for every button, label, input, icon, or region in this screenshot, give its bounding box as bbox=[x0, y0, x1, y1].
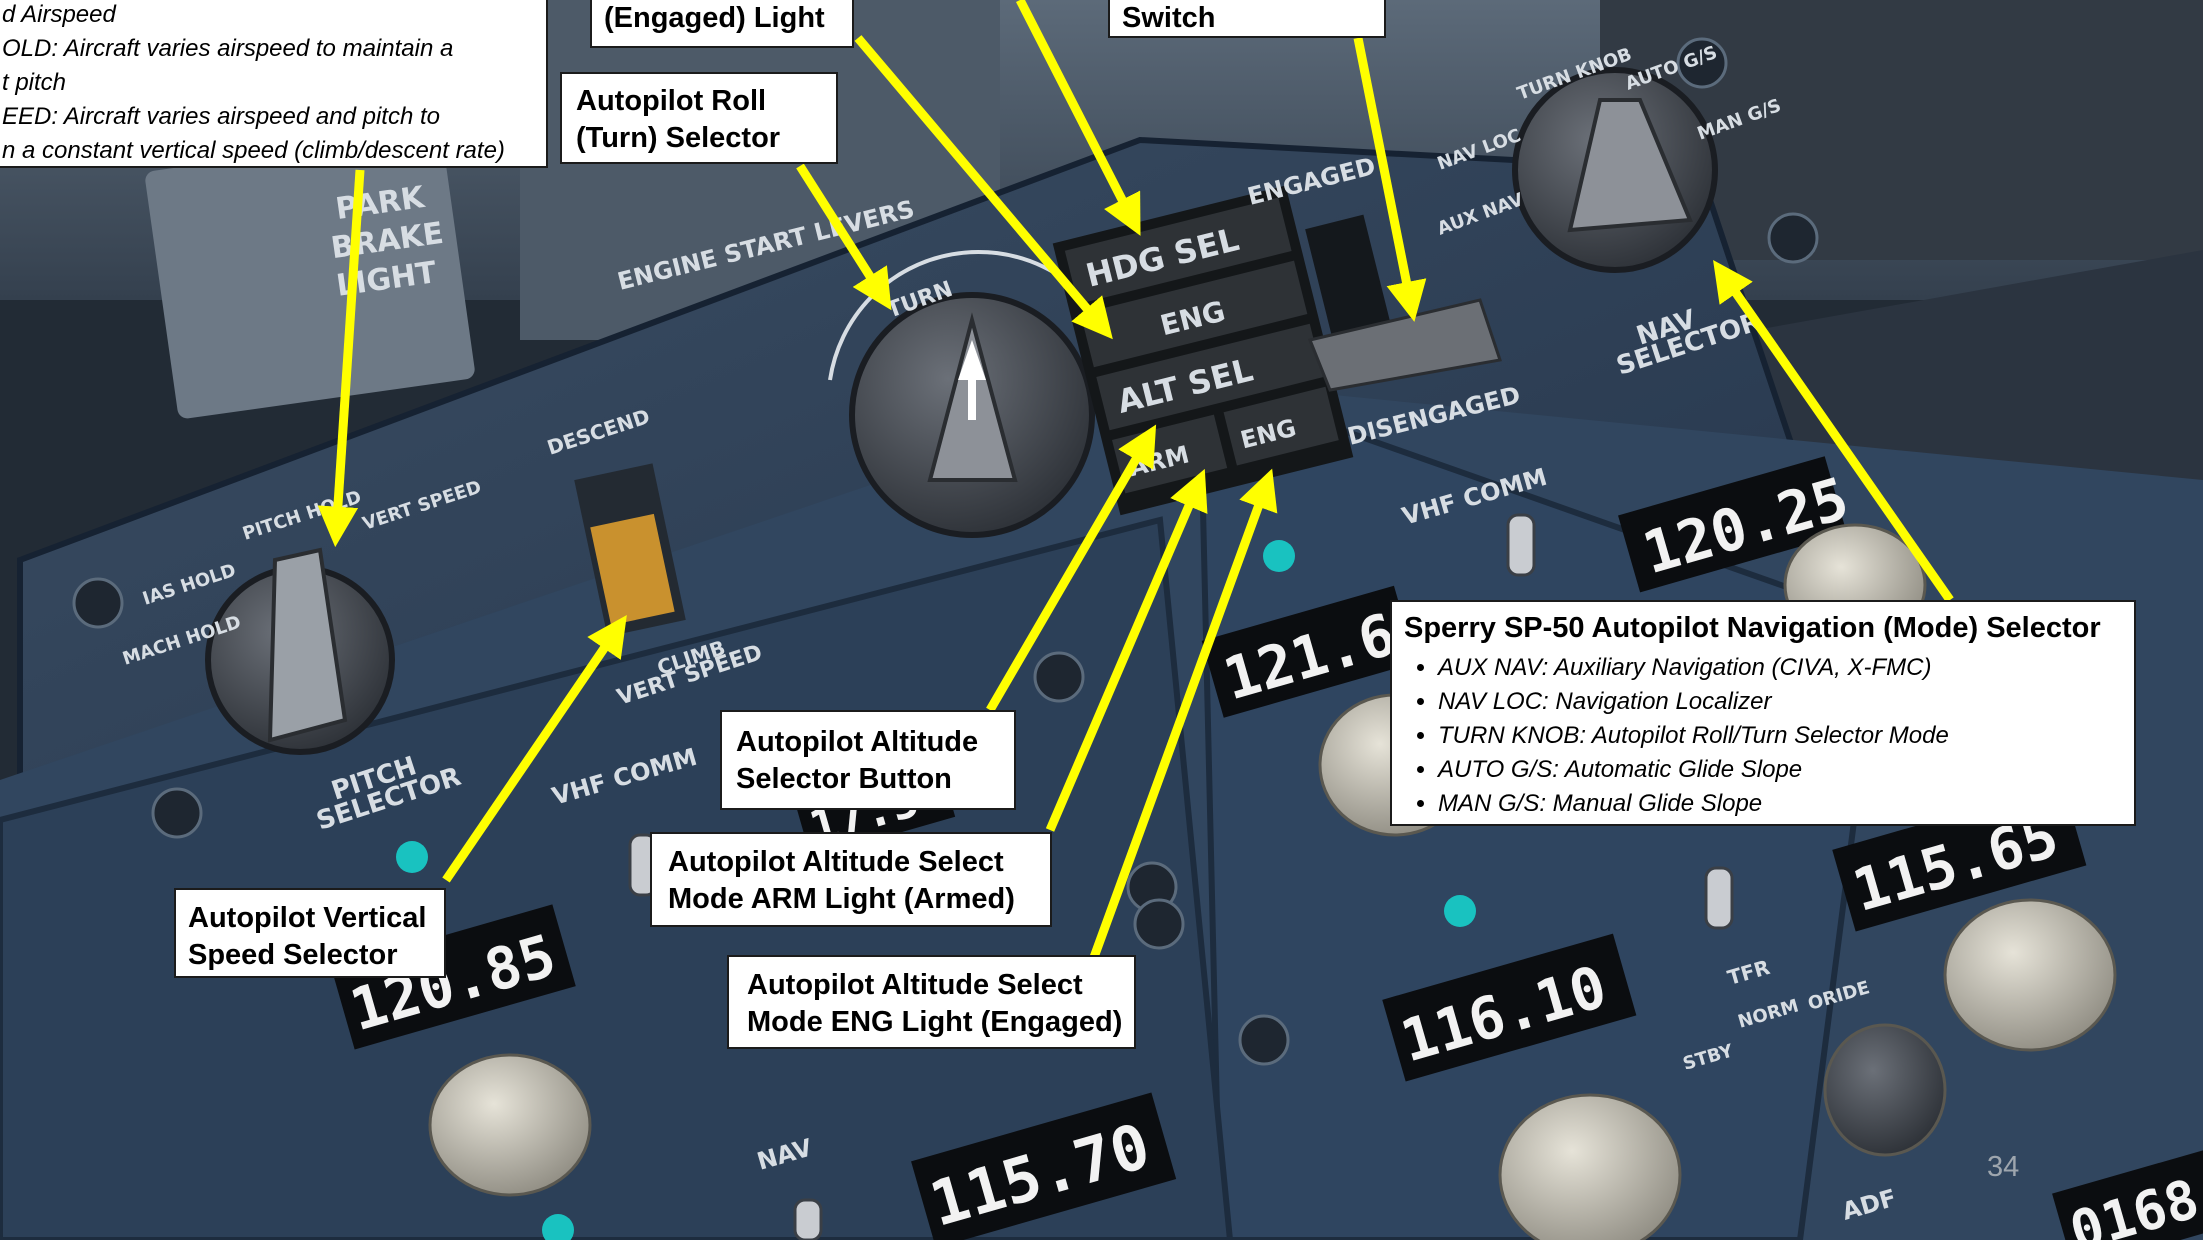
page-number: 34 bbox=[1987, 1151, 2020, 1183]
callout-alt-arm-light-text: Autopilot Altitude Select Mode ARM Light… bbox=[668, 846, 1015, 915]
callout-nav-selector-title: Sperry SP-50 Autopilot Navigation (Mode)… bbox=[1404, 612, 2101, 644]
nav-mode-item: NAV LOC: Navigation Localizer bbox=[1438, 685, 2134, 719]
callout-alt-eng-light: Autopilot Altitude Select Mode ENG Light… bbox=[727, 955, 1136, 1049]
pitch-mode-notes: d Airspeed OLD: Aircraft varies airspeed… bbox=[0, 0, 548, 168]
callout-roll-selector: Autopilot Roll (Turn) Selector bbox=[560, 72, 838, 164]
cockpit-screenshot: PARK BRAKE LIGHT ENGINE START LEVERS TUR… bbox=[0, 0, 2203, 1240]
callout-alt-selector-button-text: Autopilot Altitude Selector Button bbox=[736, 726, 979, 795]
nav-mode-list: AUX NAV: Auxiliary Navigation (CIVA, X-F… bbox=[1404, 651, 2134, 821]
nav-mode-item: TURN KNOB: Autopilot Roll/Turn Selector … bbox=[1438, 719, 2134, 753]
note-line: n a constant vertical speed (climb/desce… bbox=[2, 137, 505, 164]
callout-engaged-light: (Engaged) Light bbox=[590, 0, 854, 48]
note-line: d Airspeed bbox=[2, 1, 116, 28]
note-line: t pitch bbox=[2, 69, 67, 96]
note-line: EED: Aircraft varies airspeed and pitch … bbox=[2, 103, 440, 130]
callout-engage-switch: Switch bbox=[1108, 0, 1386, 38]
callout-alt-selector-button: Autopilot Altitude Selector Button bbox=[720, 710, 1016, 810]
nav-mode-item: MAN G/S: Manual Glide Slope bbox=[1438, 787, 2134, 821]
callout-engage-switch-text: Switch bbox=[1122, 2, 1216, 34]
nav-mode-item: AUTO G/S: Automatic Glide Slope bbox=[1438, 753, 2134, 787]
callout-roll-selector-text: Autopilot Roll (Turn) Selector bbox=[576, 85, 781, 154]
callout-alt-arm-light: Autopilot Altitude Select Mode ARM Light… bbox=[650, 832, 1052, 927]
callout-nav-selector: Sperry SP-50 Autopilot Navigation (Mode)… bbox=[1390, 600, 2136, 826]
callout-vert-speed-selector: Autopilot Vertical Speed Selector bbox=[174, 888, 446, 978]
callout-alt-eng-light-text: Autopilot Altitude Select Mode ENG Light… bbox=[747, 969, 1123, 1038]
nav-mode-item: AUX NAV: Auxiliary Navigation (CIVA, X-F… bbox=[1438, 651, 2134, 685]
callout-engaged-light-text: (Engaged) Light bbox=[604, 2, 825, 34]
note-line: OLD: Aircraft varies airspeed to maintai… bbox=[2, 35, 454, 62]
callout-vert-speed-selector-text: Autopilot Vertical Speed Selector bbox=[188, 902, 427, 971]
